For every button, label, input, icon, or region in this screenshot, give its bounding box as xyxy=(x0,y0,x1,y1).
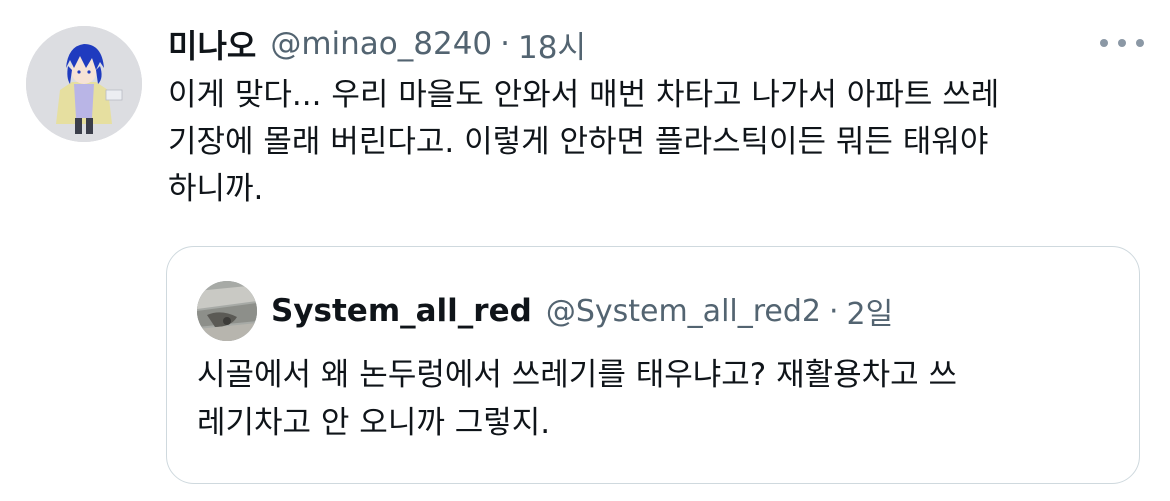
quote-header-separator: · xyxy=(829,293,839,329)
tweet-header: 미나오 @minao_8240 · 18시 xyxy=(168,22,586,66)
more-horizontal-icon-dot xyxy=(1118,39,1126,47)
quote-timestamp[interactable]: 2일 xyxy=(847,289,894,333)
tweet-timestamp[interactable]: 18시 xyxy=(518,22,586,67)
more-horizontal-icon xyxy=(1100,39,1108,47)
quote-author-handle[interactable]: @System_all_red2 xyxy=(546,294,821,329)
tweet-text: 이게 맞다... 우리 마을도 안와서 매번 차타고 나가서 아파트 쓰레 기장… xyxy=(168,77,1000,207)
author-display-name[interactable]: 미나오 xyxy=(168,21,256,67)
more-options-button[interactable] xyxy=(1100,30,1144,56)
anime-character-avatar-icon xyxy=(26,26,142,142)
tweet-card[interactable]: 미나오 @minao_8240 · 18시 이게 맞다... 우리 마을도 안와… xyxy=(0,0,1170,501)
header-separator: · xyxy=(500,26,511,62)
quote-author-display-name[interactable]: System_all_red xyxy=(271,293,532,329)
quote-author-avatar[interactable] xyxy=(197,281,257,341)
quote-header: System_all_red @System_all_red2 · 2일 xyxy=(271,287,893,335)
photo-avatar-icon xyxy=(197,281,257,341)
quoted-tweet-card[interactable]: System_all_red @System_all_red2 · 2일 시골에… xyxy=(166,246,1140,484)
author-avatar[interactable] xyxy=(26,26,142,142)
author-handle[interactable]: @minao_8240 xyxy=(270,26,492,62)
more-horizontal-icon-dot xyxy=(1136,39,1144,47)
quote-text: 시골에서 왜 논두렁에서 쓰레기를 태우냐고? 재활용차고 쓰 레기차고 안 오… xyxy=(197,357,958,441)
